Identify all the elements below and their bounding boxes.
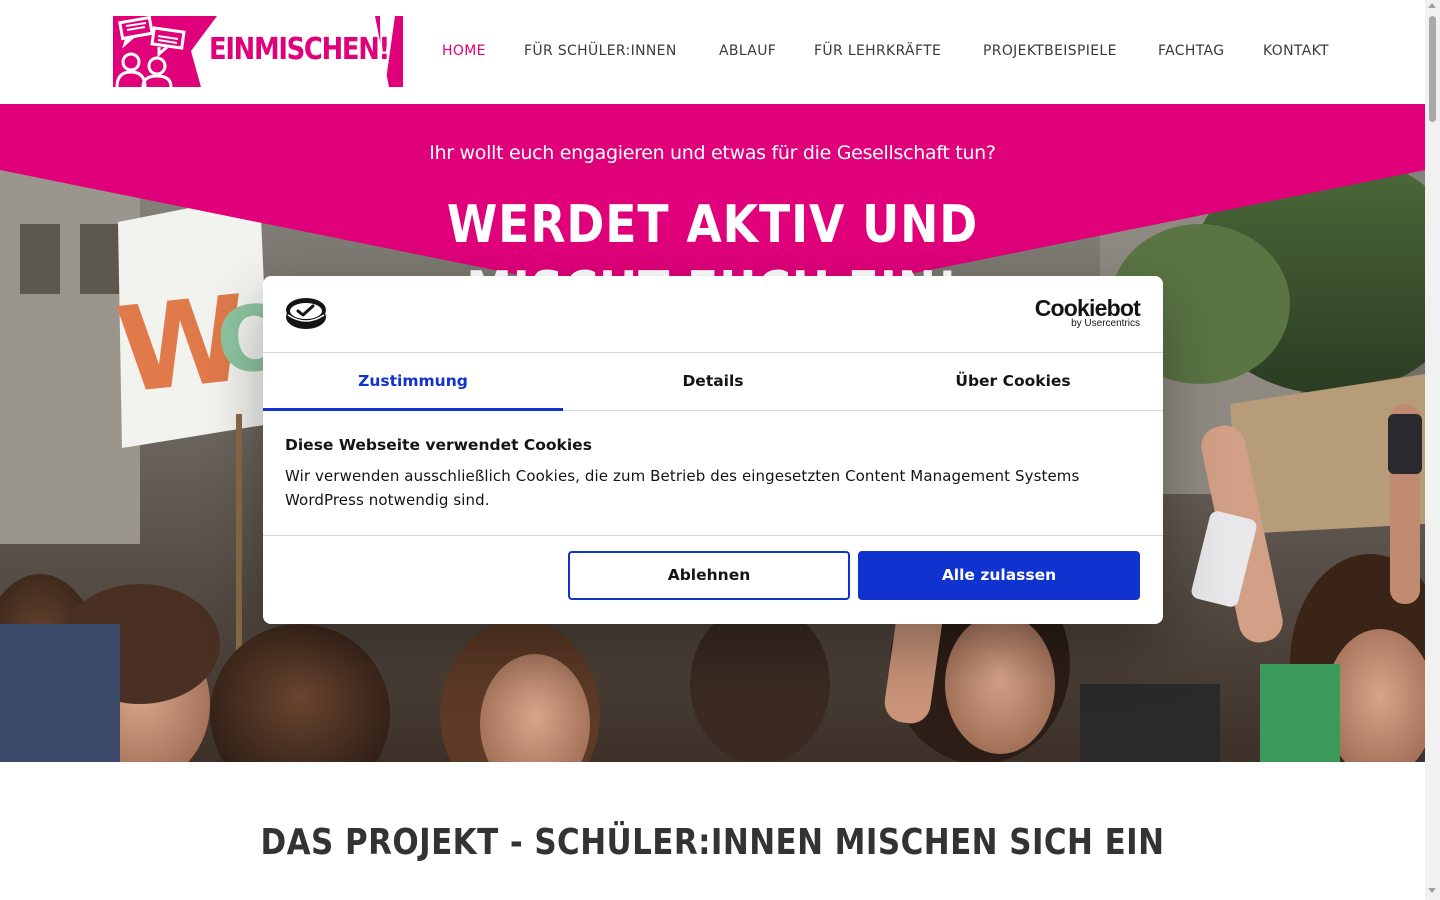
scrollbar-thumb[interactable] xyxy=(1429,16,1436,122)
cookiebot-wordmark: Cookiebot xyxy=(1034,295,1141,321)
nav-ablauf[interactable]: ABLAUF xyxy=(719,40,776,62)
nav-fuer-lehrkraefte[interactable]: FÜR LEHRKRÄFTE xyxy=(814,40,941,62)
site-header: EINMISCHEN! HOME FÜR SCHÜLER:INNEN ABLAU… xyxy=(0,0,1425,104)
hero-subtitle: Ihr wollt euch engagieren und etwas für … xyxy=(429,142,996,164)
nav-fuer-schueler-innen[interactable]: FÜR SCHÜLER:INNEN xyxy=(524,40,677,62)
hero-title-line-1: WERDET AKTIV UND xyxy=(446,195,979,255)
page-scrollbar[interactable] xyxy=(1425,0,1440,900)
scroll-down-arrow-icon[interactable] xyxy=(1428,888,1436,893)
main-navigation: HOME FÜR SCHÜLER:INNEN ABLAUF FÜR LEHRKR… xyxy=(442,40,1368,62)
tab-details[interactable]: Details xyxy=(563,353,863,410)
cookie-dialog-header: Cookiebot by Usercentrics xyxy=(263,276,1163,353)
cookie-footer-divider xyxy=(263,535,1163,536)
cookie-dialog-body: Diese Webseite verwendet Cookies Wir ver… xyxy=(285,434,1141,512)
section-title-projekt: DAS PROJEKT - SCHÜLER:INNEN MISCHEN SICH… xyxy=(260,822,1165,863)
tab-zustimmung[interactable]: Zustimmung xyxy=(263,353,563,411)
cookie-tabs: Zustimmung Details Über Cookies xyxy=(263,353,1163,411)
accept-all-button[interactable]: Alle zulassen xyxy=(858,551,1140,600)
decline-button[interactable]: Ablehnen xyxy=(568,551,850,600)
tab-ueber-cookies[interactable]: Über Cookies xyxy=(863,353,1163,410)
scroll-up-arrow-icon[interactable] xyxy=(1428,3,1436,8)
cookie-logo-icon xyxy=(286,298,326,329)
speech-bubbles-people-icon xyxy=(115,16,186,87)
nav-projektbeispiele[interactable]: PROJEKTBEISPIELE xyxy=(983,40,1117,62)
site-logo[interactable]: EINMISCHEN! xyxy=(113,16,403,87)
nav-fachtag[interactable]: FACHTAG xyxy=(1158,40,1224,62)
cookie-description: Wir verwenden ausschließlich Cookies, di… xyxy=(285,467,1080,509)
cookie-heading: Diese Webseite verwendet Cookies xyxy=(285,436,592,454)
cookie-consent-dialog: Cookiebot by Usercentrics Zustimmung Det… xyxy=(263,276,1163,624)
nav-home[interactable]: HOME xyxy=(442,40,486,62)
nav-kontakt[interactable]: KONTAKT xyxy=(1263,40,1329,62)
cookiebot-brand[interactable]: Cookiebot by Usercentrics xyxy=(1034,295,1141,329)
logo-wordmark: EINMISCHEN! xyxy=(209,32,390,67)
